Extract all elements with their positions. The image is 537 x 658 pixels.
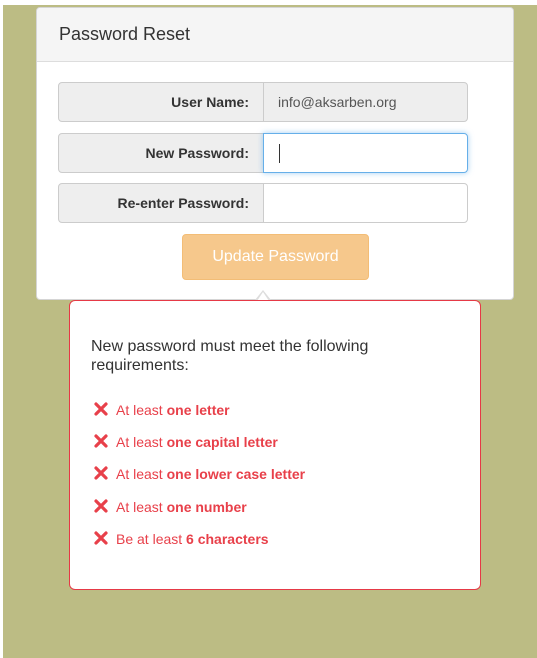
requirement-item: At least one letter — [93, 401, 230, 419]
requirement-emphasis: one capital letter — [166, 434, 278, 450]
requirement-emphasis: one number — [166, 499, 247, 515]
reenter-password-row: Re-enter Password: — [58, 183, 468, 223]
password-requirements-popover: New password must meet the following req… — [69, 300, 481, 590]
update-password-button[interactable]: Update Password — [182, 234, 369, 280]
password-reset-panel: Password Reset User Name: info@aksarben.… — [36, 7, 514, 300]
left-edge — [0, 0, 3, 658]
x-icon — [94, 466, 108, 480]
requirement-prefix: At least — [116, 402, 167, 418]
requirement-item: Be at least 6 characters — [93, 530, 269, 548]
new-password-input[interactable] — [278, 134, 467, 172]
panel-title: Password Reset — [37, 8, 513, 62]
new-password-row: New Password: — [58, 133, 468, 173]
reenter-password-label: Re-enter Password: — [58, 183, 264, 223]
x-icon — [94, 499, 108, 513]
requirement-item: At least one number — [93, 498, 247, 516]
requirement-item: At least one capital letter — [93, 433, 278, 451]
requirement-emphasis: one lower case letter — [166, 466, 306, 482]
x-icon — [94, 434, 108, 448]
reenter-password-field[interactable] — [263, 183, 468, 223]
top-edge — [0, 0, 537, 5]
new-password-field[interactable] — [263, 133, 468, 173]
username-label: User Name: — [58, 82, 264, 122]
reenter-password-input[interactable] — [278, 184, 467, 222]
x-icon — [94, 531, 108, 545]
requirement-item: At least one lower case letter — [93, 465, 305, 483]
requirement-prefix: Be at least — [116, 531, 187, 547]
requirement-prefix: At least — [116, 434, 167, 450]
username-value: info@aksarben.org — [263, 82, 468, 122]
requirement-prefix: At least — [116, 499, 167, 515]
username-row: User Name: info@aksarben.org — [58, 82, 468, 122]
requirement-emphasis: 6 characters — [186, 531, 269, 547]
text-cursor — [279, 144, 280, 163]
requirement-emphasis: one letter — [166, 402, 230, 418]
requirement-prefix: At least — [116, 466, 167, 482]
x-icon — [94, 402, 108, 416]
new-password-label: New Password: — [58, 133, 264, 173]
requirements-intro: New password must meet the following req… — [91, 338, 369, 374]
